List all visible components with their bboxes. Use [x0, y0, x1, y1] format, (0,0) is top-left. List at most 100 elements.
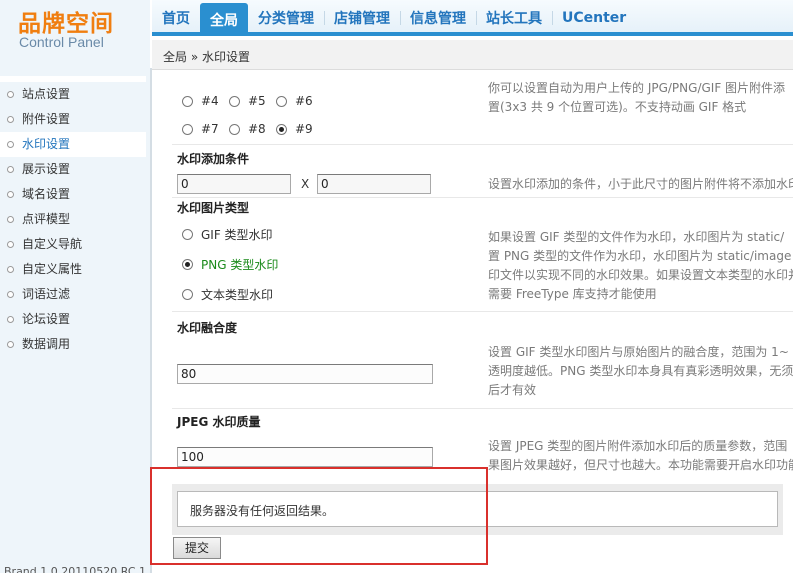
breadcrumb-bar: 全局 » 水印设置: [152, 40, 793, 70]
radio-button-checked[interactable]: [182, 259, 193, 270]
tip-line: 你可以设置自动为用户上传的 JPG/PNG/GIF 图片附件添: [488, 81, 786, 95]
sidebar-item-label: 域名设置: [22, 187, 71, 201]
radio-button[interactable]: [182, 95, 193, 107]
nav-tools[interactable]: 站长工具: [476, 0, 552, 36]
sidebar-item-label: 点评模型: [22, 212, 71, 226]
type-option-text[interactable]: 文本类型水印: [182, 286, 273, 303]
row-divider: [172, 144, 793, 145]
option-label: GIF 类型水印: [201, 228, 273, 242]
tip-line: 需要 FreeType 库支持才能使用: [488, 287, 657, 301]
bullet-icon: [7, 266, 14, 273]
row-divider: [172, 311, 793, 312]
option-label: PNG 类型水印: [201, 258, 279, 272]
sidebar-item-forum[interactable]: 论坛设置: [0, 307, 146, 332]
option-label: 文本类型水印: [201, 288, 274, 302]
sidebar-item-label: 站点设置: [22, 87, 71, 101]
sidebar-item-domain[interactable]: 域名设置: [0, 182, 146, 207]
position-tip: 你可以设置自动为用户上传的 JPG/PNG/GIF 图片附件添 置(3x3 共 …: [488, 79, 793, 117]
radio-button-checked[interactable]: [276, 123, 287, 135]
option-label: #7: [201, 122, 219, 136]
sidebar-item-custom-attr[interactable]: 自定义属性: [0, 257, 146, 282]
option-label: #6: [295, 94, 313, 108]
sidebar-item-label: 展示设置: [22, 162, 71, 176]
watermark-min-width-input[interactable]: [177, 174, 291, 194]
nav-home[interactable]: 首页: [152, 0, 200, 36]
trans-tip: 设置 GIF 类型水印图片与原始图片的融合度，范围为 1~ 透明度越低。PNG …: [488, 343, 793, 400]
logo-brand: 品牌空间: [18, 11, 114, 37]
watermark-trans-input[interactable]: [177, 364, 433, 384]
position-option-6[interactable]: #6: [276, 94, 313, 108]
type-option-gif[interactable]: GIF 类型水印: [182, 226, 273, 243]
header: 品牌空间 Control Panel 首页 全局 分类管理 店铺管理 信息管理 …: [0, 0, 793, 70]
sidebar-item-label: 附件设置: [22, 112, 71, 126]
sidebar-item-custom-nav[interactable]: 自定义导航: [0, 232, 146, 257]
option-label: #9: [295, 122, 313, 136]
nav-info[interactable]: 信息管理: [400, 0, 476, 36]
position-option-5[interactable]: #5: [229, 94, 266, 108]
trans-label: 水印融合度: [177, 321, 238, 335]
row-divider: [172, 408, 793, 409]
sidebar-item-word-filter[interactable]: 词语过滤: [0, 282, 146, 307]
tip-line: 后才有效: [488, 383, 537, 397]
sidebar-item-label: 词语过滤: [22, 287, 71, 301]
sidebar-item-label: 论坛设置: [22, 312, 71, 326]
condition-label: 水印添加条件: [177, 152, 250, 166]
tip-line: 透明度越低。PNG 类型水印本身具有真彩透明效果，无须: [488, 364, 793, 378]
bullet-icon: [7, 241, 14, 248]
radio-button[interactable]: [182, 289, 193, 300]
logo-subtitle: Control Panel: [19, 34, 104, 50]
sidebar-item-label: 水印设置: [22, 137, 71, 151]
option-label: #8: [248, 122, 266, 136]
type-tip: 如果设置 GIF 类型的文件作为水印，水印图片为 static/ 置 PNG 类…: [488, 228, 793, 304]
sidebar-item-display[interactable]: 展示设置: [0, 157, 146, 182]
logo[interactable]: 品牌空间 Control Panel: [0, 0, 150, 68]
result-panel: 服务器没有任何返回结果。: [172, 484, 783, 535]
radio-button[interactable]: [276, 95, 287, 107]
sidebar: 站点设置 附件设置 水印设置 展示设置 域名设置 点评模型 自定义导航 自定义属…: [0, 68, 150, 573]
bullet-icon: [7, 291, 14, 298]
watermark-min-height-input[interactable]: [317, 174, 431, 194]
result-message: 服务器没有任何返回结果。: [177, 491, 778, 527]
submit-button[interactable]: 提交: [173, 537, 221, 559]
bullet-icon: [7, 116, 14, 123]
top-nav: 首页 全局 分类管理 店铺管理 信息管理 站长工具 UCenter: [152, 0, 793, 36]
position-option-9[interactable]: #9: [276, 122, 313, 136]
bullet-icon: [7, 191, 14, 198]
tip-line: 印文件以实现不同的水印效果。如果设置文本类型的水印并: [488, 268, 793, 282]
nav-shop[interactable]: 店铺管理: [324, 0, 400, 36]
position-option-7[interactable]: #7: [182, 122, 219, 136]
nav-global[interactable]: 全局: [200, 3, 248, 36]
bullet-icon: [7, 216, 14, 223]
sidebar-item-label: 数据调用: [22, 337, 71, 351]
row-divider: [172, 197, 793, 198]
tip-line: 置 PNG 类型的文件作为水印，水印图片为 static/image: [488, 249, 792, 263]
sidebar-item-attachment[interactable]: 附件设置: [0, 107, 146, 132]
main-content: #4 #5 #6 #7 #8 #9 你可以设置自动为用户上传的 JPG/PNG/…: [152, 71, 793, 573]
quality-tip: 设置 JPEG 类型的图片附件添加水印后的质量参数，范围 果图片效果越好，但尺寸…: [488, 437, 793, 475]
radio-button[interactable]: [229, 95, 240, 107]
type-label: 水印图片类型: [177, 201, 250, 215]
nav-ucenter[interactable]: UCenter: [552, 0, 636, 36]
tip-line: 置(3x3 共 9 个位置可选)。不支持动画 GIF 格式: [488, 100, 747, 114]
bullet-icon: [7, 91, 14, 98]
type-option-png[interactable]: PNG 类型水印: [182, 256, 278, 273]
sidebar-item-label: 自定义导航: [22, 237, 83, 251]
bullet-icon: [7, 316, 14, 323]
position-option-4[interactable]: #4: [182, 94, 219, 108]
version-text: Brand 1.0 20110520 RC 1.0: [4, 565, 146, 573]
tip-line: 设置 GIF 类型水印图片与原始图片的融合度，范围为 1~: [488, 345, 789, 359]
sidebar-item-watermark[interactable]: 水印设置: [0, 132, 146, 157]
radio-button[interactable]: [182, 229, 193, 240]
jpeg-quality-input[interactable]: [177, 447, 433, 467]
radio-button[interactable]: [182, 123, 193, 135]
option-label: #5: [248, 94, 266, 108]
tip-line: 设置 JPEG 类型的图片附件添加水印后的质量参数，范围: [488, 439, 788, 453]
sidebar-item-data-call[interactable]: 数据调用: [0, 332, 146, 357]
sidebar-item-review-model[interactable]: 点评模型: [0, 207, 146, 232]
sidebar-item-site[interactable]: 站点设置: [0, 82, 146, 107]
radio-button[interactable]: [229, 123, 240, 135]
quality-label: JPEG 水印质量: [177, 415, 261, 429]
position-option-8[interactable]: #8: [229, 122, 266, 136]
tip-line: 果图片效果越好，但尺寸也越大。本功能需要开启水印功能: [488, 458, 793, 472]
nav-category[interactable]: 分类管理: [248, 0, 324, 36]
